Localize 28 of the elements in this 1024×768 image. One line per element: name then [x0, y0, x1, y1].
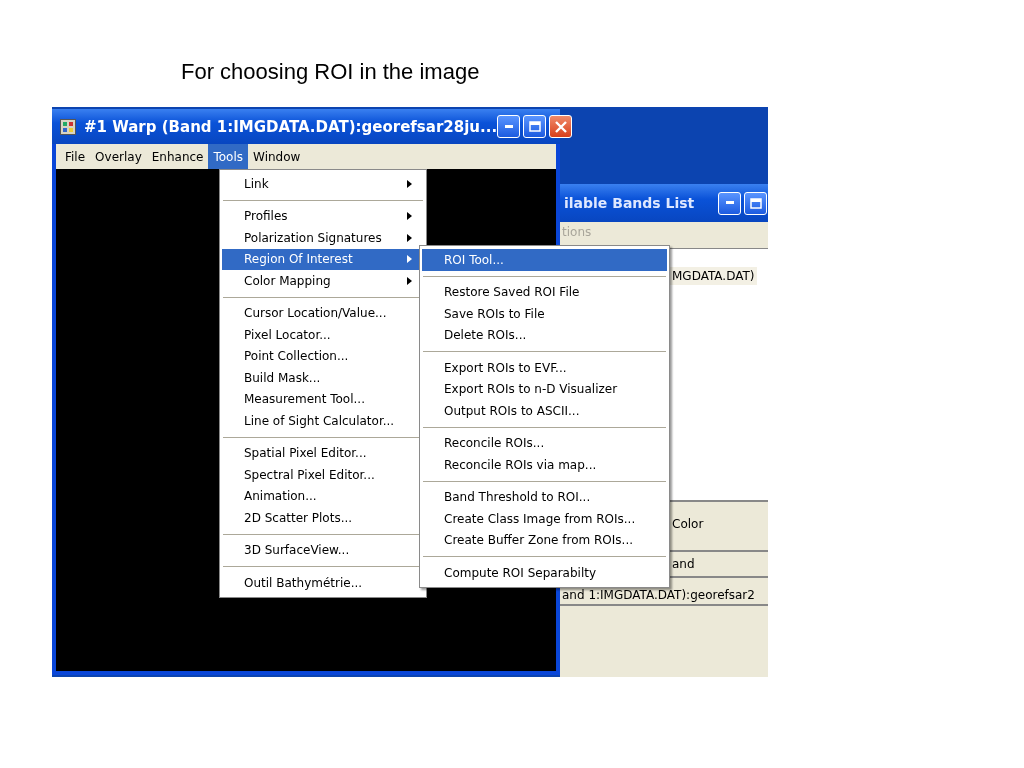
list-item[interactable]: MGDATA.DAT) — [670, 267, 757, 285]
label: Color — [672, 517, 704, 531]
menu-item[interactable]: Delete ROIs... — [422, 324, 667, 346]
band-name: and 1:IMGDATA.DAT):georefsar2 — [562, 587, 755, 602]
menu-item[interactable]: Reconcile ROIs... — [422, 432, 667, 454]
menu-item[interactable]: File — [60, 144, 91, 169]
menu-item[interactable]: Window — [248, 144, 306, 169]
menu-item[interactable]: Reconcile ROIs via map... — [422, 454, 667, 476]
menu-item[interactable]: Band Threshold to ROI... — [422, 486, 667, 508]
menu-item[interactable]: Export ROIs to n-D Visualizer — [422, 378, 667, 400]
menu-item[interactable]: Save ROIs to File — [422, 303, 667, 325]
slide-title: For choosing ROI in the image — [181, 59, 480, 85]
menu-item[interactable]: Compute ROI Separabilty — [422, 562, 667, 584]
menu-item[interactable]: Create Class Image from ROIs... — [422, 508, 667, 530]
menu-item[interactable]: Profiles — [222, 205, 424, 227]
menu-item[interactable]: ROI Tool... — [422, 249, 667, 271]
menu-item[interactable]: Restore Saved ROI File — [422, 281, 667, 303]
menu-item[interactable]: Export ROIs to EVF... — [422, 357, 667, 379]
menu-item[interactable]: Output ROIs to ASCII... — [422, 400, 667, 422]
menu-item[interactable]: Enhance — [146, 144, 209, 169]
window-title: #1 Warp (Band 1:IMGDATA.DAT):georefsar28ju... — [84, 117, 498, 136]
menu-item[interactable]: Polarization Signatures — [222, 227, 424, 249]
menu-item[interactable]: Link — [222, 173, 424, 195]
window-title: ilable Bands List — [564, 195, 695, 211]
menu-item[interactable]: Tools — [208, 144, 249, 169]
menu-item[interactable]: Overlay — [90, 144, 147, 169]
menu-item[interactable]: Create Buffer Zone from ROIs... — [422, 529, 667, 551]
label: and — [672, 557, 695, 571]
